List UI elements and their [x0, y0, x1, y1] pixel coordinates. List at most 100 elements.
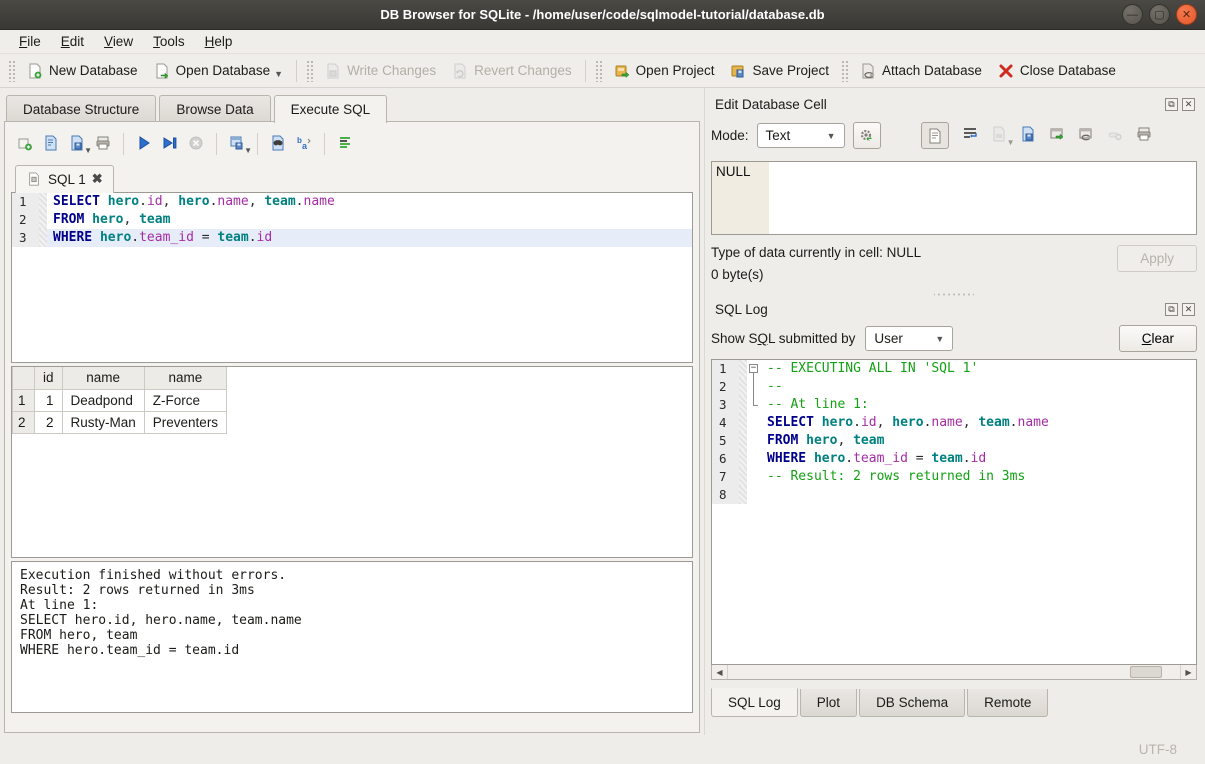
- clear-log-button[interactable]: Clear: [1119, 325, 1197, 352]
- execute-line-button[interactable]: [162, 135, 178, 154]
- word-wrap-button[interactable]: [962, 126, 978, 145]
- toolbar-grip[interactable]: [8, 60, 15, 82]
- window-controls: — ▢ ✕: [1122, 4, 1197, 25]
- chevron-down-icon[interactable]: ▼: [244, 146, 252, 155]
- sql-log-view[interactable]: 1−-- EXECUTING ALL IN 'SQL 1'2--3-- At l…: [711, 359, 1197, 665]
- table-cell[interactable]: 1: [35, 389, 63, 411]
- open-sql-file-button[interactable]: [43, 135, 59, 154]
- code-line: 6WHERE hero.team_id = team.id: [712, 450, 1196, 468]
- find-button[interactable]: [270, 135, 286, 154]
- dock-tab-db-schema[interactable]: DB Schema: [859, 689, 965, 717]
- main-tab-area: Database StructureBrowse DataExecute SQL…: [0, 88, 704, 735]
- toolbar-grip[interactable]: [595, 60, 602, 82]
- save-results-button[interactable]: ▼: [229, 135, 245, 154]
- print-button[interactable]: [95, 135, 111, 154]
- dock-tab-plot[interactable]: Plot: [800, 689, 857, 717]
- table-cell[interactable]: Z-Force: [144, 389, 226, 411]
- menu-view[interactable]: View: [95, 32, 142, 51]
- menu-edit[interactable]: Edit: [52, 32, 93, 51]
- maximize-button[interactable]: ▢: [1149, 4, 1170, 25]
- open-external-button[interactable]: [1049, 126, 1065, 145]
- write-changes-icon: [325, 63, 341, 79]
- scroll-left-icon[interactable]: ◀: [712, 665, 728, 679]
- table-cell[interactable]: Rusty-Man: [62, 411, 144, 433]
- code-line: 8: [712, 486, 1196, 504]
- attach-database-icon: [860, 63, 876, 79]
- scrollbar-thumb[interactable]: [1130, 666, 1162, 678]
- toolbar-grip[interactable]: [841, 60, 848, 82]
- execute-all-button[interactable]: [136, 135, 152, 154]
- table-cell[interactable]: Deadpond: [62, 389, 144, 411]
- import-file-button[interactable]: ▼: [991, 126, 1007, 145]
- save-sql-file-button[interactable]: ▼: [69, 135, 85, 154]
- copy-link-icon: [1078, 126, 1094, 142]
- format-button[interactable]: [337, 135, 353, 154]
- apply-format-button[interactable]: [853, 122, 881, 149]
- dock-tab-sql-log[interactable]: SQL Log: [711, 688, 798, 717]
- table-cell[interactable]: 2: [35, 411, 63, 433]
- attach-database-button[interactable]: Attach Database: [852, 59, 990, 83]
- menu-help[interactable]: Help: [196, 32, 242, 51]
- close-panel-icon[interactable]: ✕: [1182, 303, 1195, 316]
- column-header[interactable]: name: [62, 367, 144, 389]
- stop-icon: [188, 135, 204, 151]
- write-changes-button[interactable]: Write Changes: [317, 59, 444, 83]
- chevron-down-icon[interactable]: ▼: [84, 146, 92, 155]
- set-null-button[interactable]: [1107, 126, 1123, 145]
- close-panel-icon[interactable]: ✕: [1182, 98, 1195, 111]
- cell-mode-row: Mode: Text ▼ ▼: [711, 122, 1197, 149]
- fold-collapse-icon[interactable]: −: [749, 364, 758, 373]
- float-panel-icon[interactable]: ⧉: [1165, 98, 1178, 111]
- stop-button[interactable]: [188, 135, 204, 154]
- table-row[interactable]: 22Rusty-ManPreventers: [13, 411, 227, 433]
- mode-select[interactable]: Text ▼: [757, 123, 845, 148]
- column-header[interactable]: id: [35, 367, 63, 389]
- line-number: 8: [712, 486, 739, 504]
- tab-browse-data[interactable]: Browse Data: [159, 95, 270, 123]
- chevron-down-icon[interactable]: ▼: [274, 69, 283, 79]
- encoding-indicator[interactable]: UTF-8: [1139, 742, 1177, 757]
- cell-size-info: 0 byte(s): [711, 267, 1117, 282]
- svg-text:a: a: [302, 141, 308, 151]
- table-row[interactable]: 11DeadpondZ-Force: [13, 389, 227, 411]
- menu-file[interactable]: File: [10, 32, 50, 51]
- tab-execute-sql[interactable]: Execute SQL: [274, 95, 388, 123]
- tab-sql-1[interactable]: SQL 1 ✖: [15, 165, 114, 193]
- apply-button[interactable]: Apply: [1117, 245, 1197, 272]
- copy-link-button[interactable]: [1078, 126, 1094, 145]
- line-number: 4: [712, 414, 739, 432]
- print-cell-button[interactable]: [1136, 126, 1152, 145]
- menu-bar: FileEditViewToolsHelp: [0, 30, 1205, 54]
- open-database-button[interactable]: Open Database▼: [146, 59, 292, 83]
- new-database-button[interactable]: New Database: [19, 59, 146, 83]
- sql-subtab-row: SQL 1 ✖: [11, 161, 693, 192]
- minimize-button[interactable]: —: [1122, 4, 1143, 25]
- log-filter-select[interactable]: User ▼: [865, 326, 953, 351]
- toolbar-grip[interactable]: [306, 60, 313, 82]
- log-horizontal-scrollbar[interactable]: ◀ ▶: [711, 665, 1197, 680]
- row-number: 2: [13, 411, 35, 433]
- sql-editor[interactable]: 1SELECT hero.id, hero.name, team.name2FR…: [11, 192, 693, 363]
- close-tab-icon[interactable]: ✖: [92, 171, 103, 187]
- open-project-button[interactable]: Open Project: [606, 59, 723, 83]
- close-database-button[interactable]: Close Database: [990, 59, 1124, 83]
- column-header[interactable]: name: [144, 367, 226, 389]
- save-project-button[interactable]: Save Project: [722, 59, 837, 83]
- save-project-icon: [730, 63, 746, 79]
- line-number: 3: [712, 396, 739, 414]
- close-button[interactable]: ✕: [1176, 4, 1197, 25]
- revert-changes-button[interactable]: Revert Changes: [444, 59, 580, 83]
- float-panel-icon[interactable]: ⧉: [1165, 303, 1178, 316]
- cell-value-editor[interactable]: NULL: [711, 161, 1197, 235]
- menu-tools[interactable]: Tools: [144, 32, 194, 51]
- table-cell[interactable]: Preventers: [144, 411, 226, 433]
- text-mode-button[interactable]: [921, 122, 949, 149]
- scroll-right-icon[interactable]: ▶: [1180, 665, 1196, 679]
- revert-changes-icon: [452, 63, 468, 79]
- tab-database-structure[interactable]: Database Structure: [6, 95, 156, 123]
- dock-tab-remote[interactable]: Remote: [967, 689, 1048, 717]
- export-file-button[interactable]: [1020, 126, 1036, 145]
- replace-button[interactable]: ba: [296, 135, 312, 154]
- sql-tab-label: SQL 1: [48, 172, 86, 187]
- new-sql-tab-button[interactable]: [17, 135, 33, 154]
